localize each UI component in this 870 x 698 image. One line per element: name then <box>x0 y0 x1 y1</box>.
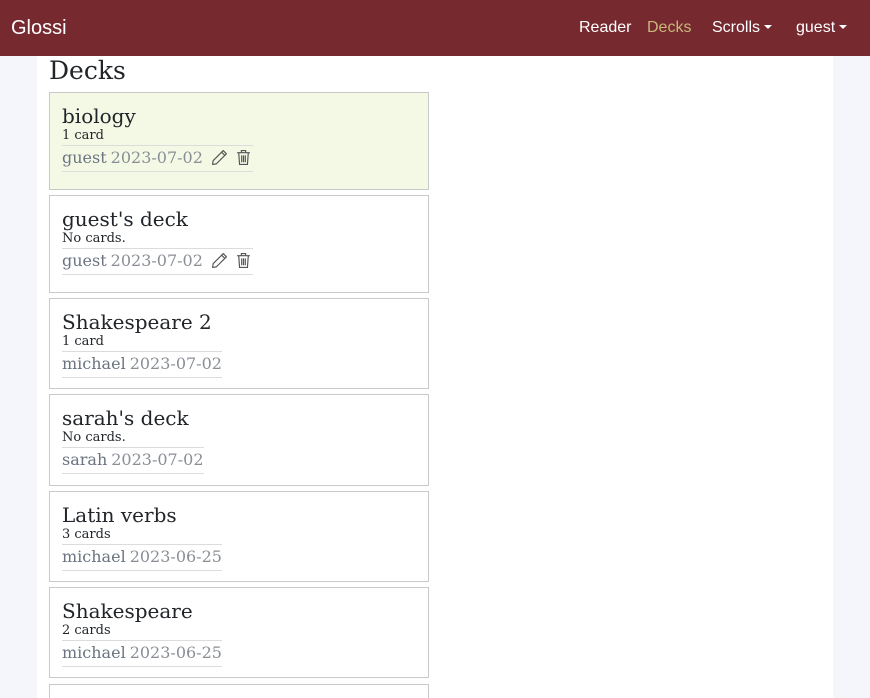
pencil-icon[interactable] <box>211 149 228 166</box>
deck-meta: michael 2023-06-25 <box>62 544 222 571</box>
nav-decks-link[interactable]: Decks <box>647 18 691 38</box>
deck-card-partial <box>49 684 429 698</box>
deck-date: 2023-07-02 <box>129 354 222 373</box>
pencil-icon[interactable] <box>211 252 228 269</box>
nav-user-label: guest <box>796 19 836 36</box>
deck-card-count: 3 cards <box>62 527 111 542</box>
nav-scrolls-dropdown[interactable]: Scrolls <box>712 18 773 38</box>
deck-date: 2023-07-02 <box>110 148 203 167</box>
nav-scrolls-label: Scrolls <box>712 19 761 36</box>
deck-date: 2023-07-02 <box>110 251 203 270</box>
deck-name-link[interactable]: Shakespeare <box>62 600 416 622</box>
nav-user-dropdown[interactable]: guest <box>796 18 848 38</box>
deck-card-latin-verbs: Latin verbs 3 cards michael 2023-06-25 <box>49 491 429 582</box>
deck-card-count: No cards. <box>62 231 126 246</box>
deck-meta: michael 2023-07-02 <box>62 351 222 378</box>
deck-card-count: 1 card <box>62 334 104 349</box>
deck-name-link[interactable]: guest's deck <box>62 208 416 230</box>
deck-card-shakespeare-2: Shakespeare 2 1 card michael 2023-07-02 <box>49 298 429 389</box>
deck-owner-link[interactable]: sarah <box>62 450 107 469</box>
deck-card-count: No cards. <box>62 430 126 445</box>
deck-meta: guest 2023-07-02 <box>62 145 254 172</box>
deck-name-link[interactable]: Shakespeare 2 <box>62 311 416 333</box>
deck-card-shakespeare: Shakespeare 2 cards michael 2023-06-25 <box>49 587 429 678</box>
deck-owner-link[interactable]: michael <box>62 354 126 373</box>
deck-card-sarahs-deck: sarah's deck No cards. sarah 2023-07-02 <box>49 394 429 486</box>
deck-meta: guest 2023-07-02 <box>62 248 254 275</box>
deck-owner-link[interactable]: michael <box>62 547 126 566</box>
page-title: Decks <box>49 56 126 85</box>
navbar: Glossi Reader Decks Scrolls guest <box>0 0 870 56</box>
deck-meta: michael 2023-06-25 <box>62 640 222 667</box>
deck-card-biology: biology 1 card guest 2023-07-02 <box>49 92 429 190</box>
nav-reader-link[interactable]: Reader <box>579 18 631 38</box>
deck-name-link[interactable]: Latin verbs <box>62 504 416 526</box>
brand-logo[interactable]: Glossi <box>11 16 67 40</box>
main-content: Decks biology 1 card guest 2023-07-02 gue… <box>37 56 833 698</box>
deck-owner-link[interactable]: guest <box>62 148 107 167</box>
deck-owner-link[interactable]: michael <box>62 643 126 662</box>
chevron-down-icon <box>764 25 773 29</box>
deck-date: 2023-06-25 <box>129 547 222 566</box>
deck-meta: sarah 2023-07-02 <box>62 447 204 474</box>
deck-owner-link[interactable]: guest <box>62 251 107 270</box>
trash-icon[interactable] <box>236 252 253 269</box>
deck-card-count: 2 cards <box>62 623 111 638</box>
deck-card-guests-deck: guest's deck No cards. guest 2023-07-02 <box>49 195 429 293</box>
deck-date: 2023-06-25 <box>129 643 222 662</box>
deck-card-count: 1 card <box>62 128 104 143</box>
trash-icon[interactable] <box>236 149 253 166</box>
chevron-down-icon <box>839 25 848 29</box>
deck-name-link[interactable]: sarah's deck <box>62 407 416 429</box>
deck-name-link[interactable]: biology <box>62 105 416 127</box>
deck-date: 2023-07-02 <box>111 450 204 469</box>
